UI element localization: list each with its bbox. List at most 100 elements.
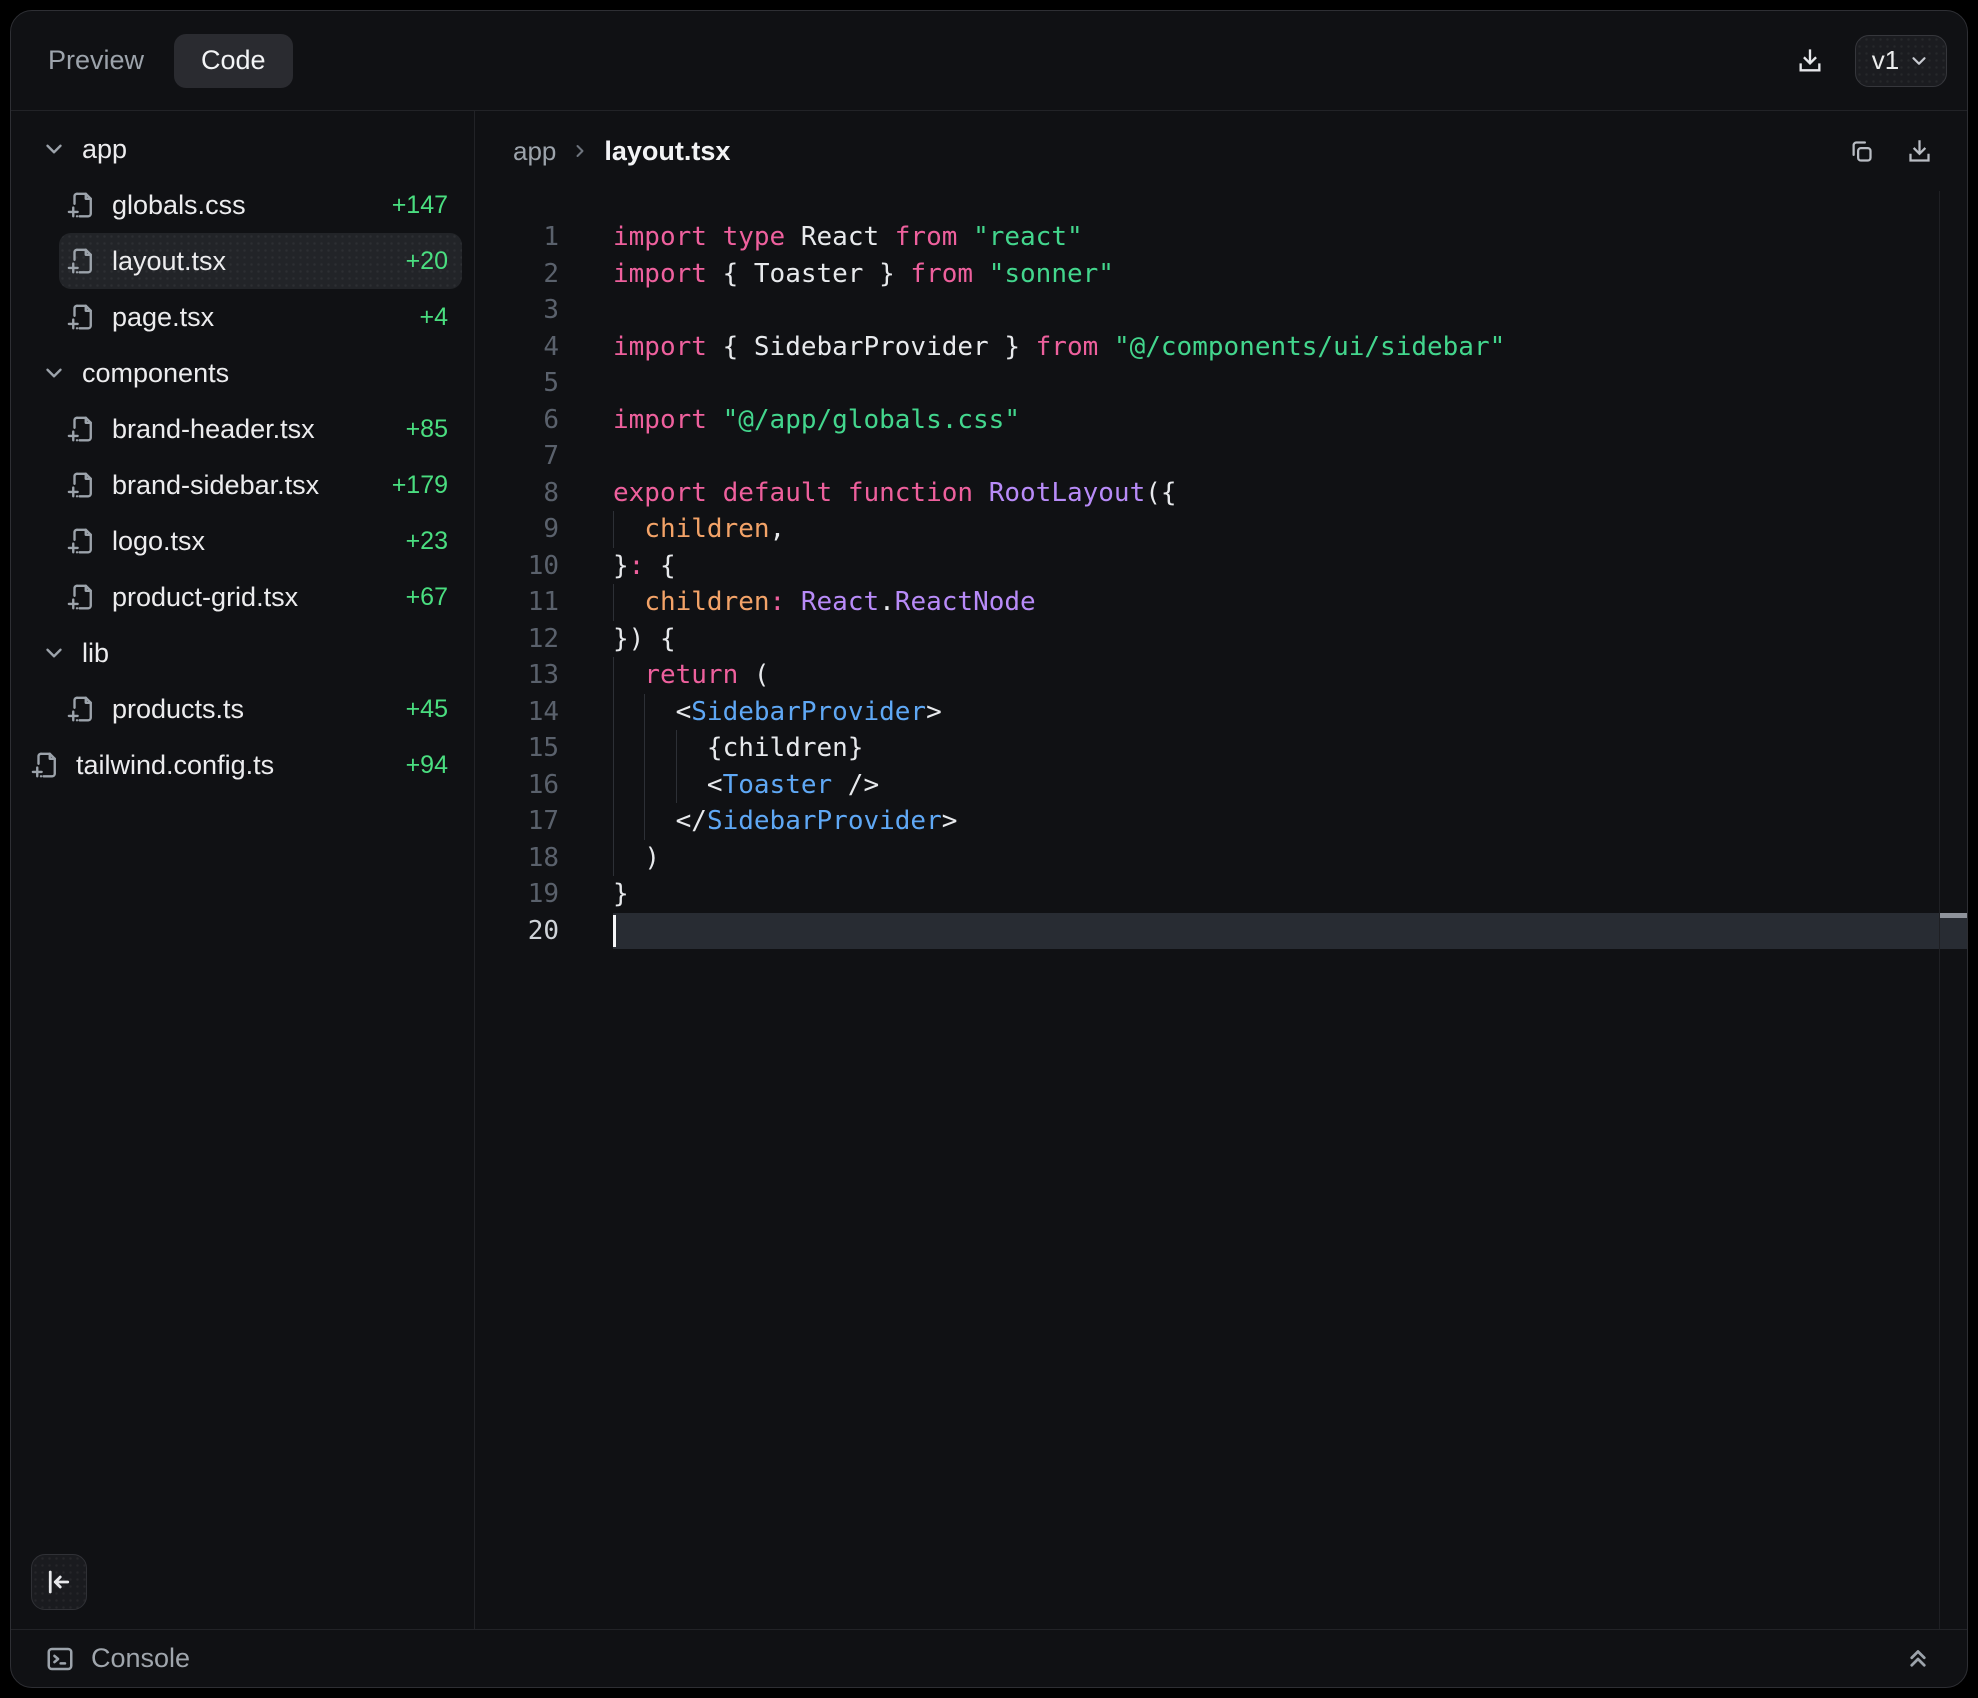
code-line-16[interactable]: 16 <Toaster /> [475, 767, 1939, 804]
line-content: }: { [613, 548, 1939, 585]
view-tabs: Preview Code [48, 34, 293, 88]
code-line-12[interactable]: 12}) { [475, 621, 1939, 658]
indent-guide [613, 730, 614, 767]
sidebar-item-page-tsx[interactable]: page.tsx +4 [59, 289, 462, 345]
folder-name: lib [82, 638, 109, 669]
line-number: 4 [475, 329, 559, 366]
code-line-20[interactable]: 20 [475, 913, 1939, 950]
file-tree: appglobals.css+147layout.tsx+20 page.tsx +… [19, 121, 462, 793]
code-line-4[interactable]: 4import { SidebarProvider } from "@/comp… [475, 329, 1939, 366]
chevron-down-icon[interactable] [41, 136, 67, 162]
diff-added-badge: +45 [406, 695, 448, 724]
code-line-3[interactable]: 3 [475, 292, 1939, 329]
tab-preview[interactable]: Preview [48, 45, 144, 76]
expand-console-button[interactable] [1895, 1636, 1941, 1682]
console-bar[interactable]: Console [11, 1629, 1967, 1687]
file-actions [1841, 131, 1939, 171]
code-line-8[interactable]: 8 export default function RootLayout({ [475, 475, 1939, 512]
sidebar-item-products-ts[interactable]: products.ts +45 [59, 681, 462, 737]
copy-code-button[interactable] [1841, 131, 1881, 171]
chevron-down-icon[interactable] [41, 640, 67, 666]
line-content: children, [613, 511, 1939, 548]
folder-name: components [82, 358, 229, 389]
indent-guide [613, 840, 614, 877]
code-line-15[interactable]: 15 {children} [475, 730, 1939, 767]
code-editor-pane: app layout.tsx [475, 111, 1967, 1629]
download-file-button[interactable] [1899, 131, 1939, 171]
indent-guide [613, 584, 614, 621]
line-number: 6 [475, 402, 559, 439]
line-content: <SidebarProvider> [613, 694, 1939, 731]
code-line-6[interactable]: 6 import "@/app/globals.css" [475, 402, 1939, 439]
code-line-19[interactable]: 19} [475, 876, 1939, 913]
code-line-7[interactable]: 7 [475, 438, 1939, 475]
line-content: </SidebarProvider> [613, 803, 1939, 840]
line-number: 11 [475, 584, 559, 621]
code-line-5[interactable]: 5 [475, 365, 1939, 402]
sidebar-item-tailwind-config-ts[interactable]: tailwind.config.ts+94 [23, 737, 462, 793]
text-cursor [613, 915, 616, 948]
file-plus-icon [67, 302, 97, 332]
copy-icon [1848, 138, 1875, 165]
sidebar-item-globals-css[interactable]: globals.css+147 [59, 177, 462, 233]
sidebar-item-brand-sidebar-tsx[interactable]: brand-sidebar.tsx+179 [59, 457, 462, 513]
code-line-17[interactable]: 17 </SidebarProvider> [475, 803, 1939, 840]
version-label: v1 [1872, 45, 1899, 76]
panel-collapse-left-icon [44, 1567, 74, 1597]
diff-added-badge: +147 [392, 191, 448, 220]
file-plus-icon [67, 246, 97, 276]
cursor-scroll-marker [1940, 913, 1967, 950]
file-name: page.tsx [112, 302, 214, 333]
chevron-down-icon[interactable] [41, 360, 67, 386]
line-number: 17 [475, 803, 559, 840]
line-content: }) { [613, 621, 1939, 658]
code-line-9[interactable]: 9 children, [475, 511, 1939, 548]
file-name: logo.tsx [112, 526, 205, 557]
line-content: export default function RootLayout({ [613, 475, 1939, 512]
indent-guide [676, 730, 677, 767]
indent-guide [613, 694, 614, 731]
breadcrumb-file: layout.tsx [604, 136, 730, 167]
file-name: products.ts [112, 694, 244, 725]
code-scroller[interactable]: 1import type React from "react"2import {… [475, 191, 1939, 1629]
scrollbar-track[interactable] [1939, 191, 1967, 1629]
file-name: layout.tsx [112, 246, 226, 277]
sidebar-item-app[interactable]: app [33, 121, 462, 177]
chevron-down-icon [1908, 50, 1930, 72]
diff-added-badge: +23 [406, 527, 448, 556]
code-line-1[interactable]: 1import type React from "react" [475, 219, 1939, 256]
sidebar-item-layout-tsx[interactable]: layout.tsx+20 [59, 233, 462, 289]
line-content: import "@/app/globals.css" [613, 402, 1939, 439]
indent-guide [644, 803, 645, 840]
version-selector[interactable]: v1 [1855, 35, 1947, 87]
collapse-sidebar-button[interactable] [31, 1554, 87, 1610]
main-area: appglobals.css+147layout.tsx+20page.tsx+… [11, 111, 1967, 1629]
code-line-18[interactable]: 18 ) [475, 840, 1939, 877]
code-line-14[interactable]: 14 <SidebarProvider> [475, 694, 1939, 731]
code-line-13[interactable]: 13 return ( [475, 657, 1939, 694]
download-icon [1796, 47, 1824, 75]
sidebar-item-components[interactable]: components [33, 345, 462, 401]
file-plus-icon [67, 470, 97, 500]
code-line-2[interactable]: 2import { Toaster } from "sonner" [475, 256, 1939, 293]
chevron-right-icon [570, 141, 590, 161]
line-number: 9 [475, 511, 559, 548]
tab-code[interactable]: Code [174, 34, 293, 88]
line-number: 15 [475, 730, 559, 767]
code-line-10[interactable]: 10}: { [475, 548, 1939, 585]
download-project-button[interactable] [1787, 38, 1833, 84]
sidebar-item-product-grid-tsx[interactable]: product-grid.tsx+67 [59, 569, 462, 625]
line-number: 18 [475, 840, 559, 877]
code-line-11[interactable]: 11 children: React.ReactNode [475, 584, 1939, 621]
sidebar-item-brand-header-tsx[interactable]: brand-header.tsx+85 [59, 401, 462, 457]
line-number: 1 [475, 219, 559, 256]
indent-guide [613, 657, 614, 694]
sidebar-item-logo-tsx[interactable]: logo.tsx +23 [59, 513, 462, 569]
line-number: 13 [475, 657, 559, 694]
code-body: 1import type React from "react"2import {… [475, 191, 1967, 1629]
breadcrumb-folder: app [513, 136, 556, 167]
diff-added-badge: +4 [419, 303, 448, 332]
line-number: 8 [475, 475, 559, 512]
line-content [613, 913, 1939, 950]
sidebar-item-lib[interactable]: lib [33, 625, 462, 681]
